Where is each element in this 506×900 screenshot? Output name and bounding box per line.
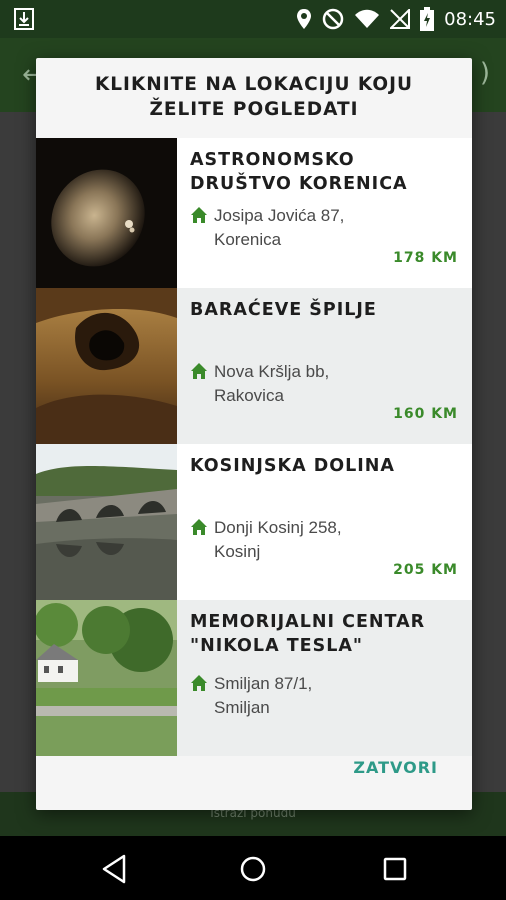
address-line1: Smiljan 87/1,: [214, 674, 313, 693]
home-icon: [191, 675, 207, 691]
distance-label: 178 KM: [393, 250, 458, 266]
distance-label: 160 KM: [393, 406, 458, 422]
location-name-line1: BARAĆEVE ŠPILJE: [190, 300, 377, 320]
location-name-line2: DRUŠTVO KORENICA: [190, 174, 408, 194]
app-bar-right-icon: ): [479, 58, 490, 88]
location-thumbnail: [36, 600, 177, 756]
home-button-icon[interactable]: [236, 852, 270, 886]
address-line1: Donji Kosinj 258,: [214, 518, 342, 537]
navigation-bar: [0, 836, 506, 900]
location-name: KOSINJSKA DOLINA: [190, 454, 462, 478]
address-line1: Josipa Jovića 87,: [214, 206, 345, 225]
location-item-memorijalni-centar[interactable]: MEMORIJALNI CENTAR "NIKOLA TESLA" Smilja…: [36, 600, 472, 756]
back-icon[interactable]: [98, 852, 132, 886]
recents-icon[interactable]: [378, 852, 412, 886]
dialog-title-line2: ŽELITE POGLEDATI: [149, 99, 359, 120]
location-icon: [297, 9, 312, 29]
address-line2: Smiljan: [214, 698, 270, 717]
distance-label: 205 KM: [393, 562, 458, 578]
battery-charging-icon: [420, 7, 435, 31]
no-sim-icon: [390, 9, 411, 29]
location-item-kosinjska-dolina[interactable]: KOSINJSKA DOLINA Donji Kosinj 258, Kosin…: [36, 444, 472, 600]
dnd-icon: [322, 8, 344, 30]
location-thumbnail: [36, 288, 177, 444]
home-icon: [191, 363, 207, 379]
dialog-title-line1: KLIKNITE NA LOKACIJU KOJU: [94, 74, 414, 95]
dialog-footer: ZATVORI: [36, 758, 472, 810]
location-picker-dialog: KLIKNITE NA LOKACIJU KOJU ŽELITE POGLEDA…: [36, 58, 472, 810]
location-thumbnail: [36, 138, 177, 294]
address-line1: Nova Kršlja bb,: [214, 362, 330, 381]
status-bar: 08:45: [0, 0, 506, 38]
location-name: MEMORIJALNI CENTAR "NIKOLA TESLA": [190, 610, 462, 658]
location-thumbnail: [36, 444, 177, 600]
location-name: BARAĆEVE ŠPILJE: [190, 298, 462, 322]
wifi-icon: [355, 9, 380, 28]
location-name-line1: ASTRONOMSKO: [190, 150, 355, 170]
home-icon: [191, 207, 207, 223]
dialog-title: KLIKNITE NA LOKACIJU KOJU ŽELITE POGLEDA…: [36, 72, 472, 122]
address-line2: Kosinj: [214, 542, 261, 561]
location-item-astronomsko-drustvo[interactable]: ASTRONOMSKO DRUŠTVO KORENICA Josipa Jovi…: [36, 138, 472, 294]
location-name: ASTRONOMSKO DRUŠTVO KORENICA: [190, 148, 462, 196]
address-line2: Korenica: [214, 230, 282, 249]
location-list[interactable]: ASTRONOMSKO DRUŠTVO KORENICA Josipa Jovi…: [36, 138, 472, 778]
location-name-line2: "NIKOLA TESLA": [190, 636, 364, 656]
download-icon: [14, 8, 34, 30]
location-name-line1: MEMORIJALNI CENTAR: [190, 612, 426, 632]
location-name-line1: KOSINJSKA DOLINA: [190, 456, 395, 476]
close-button[interactable]: ZATVORI: [353, 758, 438, 777]
home-icon: [191, 519, 207, 535]
clock: 08:45: [444, 8, 496, 30]
location-item-baraceve-spilje[interactable]: BARAĆEVE ŠPILJE Nova Kršlja bb, Rakovica…: [36, 288, 472, 444]
address-line2: Rakovica: [214, 386, 284, 405]
